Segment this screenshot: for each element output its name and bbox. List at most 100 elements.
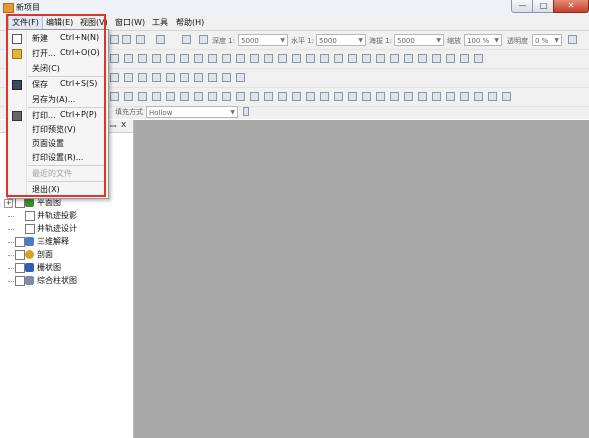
toolbar-icon[interactable] (474, 54, 483, 63)
tree-item-3d-interpretation[interactable]: 三维解释 (0, 236, 133, 248)
toolbar-icon[interactable] (194, 92, 203, 101)
toolbar-icon[interactable] (180, 92, 189, 101)
toolbar-icon[interactable] (152, 73, 161, 82)
toolbar-icon[interactable] (306, 54, 315, 63)
tree-checkbox[interactable] (15, 250, 25, 260)
toolbar-icon[interactable] (166, 73, 175, 82)
toolbar-icon[interactable] (446, 92, 455, 101)
tree-item-composite-column[interactable]: 综合柱状图 (0, 275, 133, 287)
toolbar-icon[interactable] (306, 92, 315, 101)
toolbar-icon[interactable] (152, 92, 161, 101)
minimize-button[interactable]: — (511, 0, 534, 13)
toolbar-icon[interactable] (278, 92, 287, 101)
toolbar-icon[interactable] (138, 73, 147, 82)
toolbar-icon[interactable] (166, 92, 175, 101)
toolbar-icon[interactable] (124, 54, 133, 63)
toolbar-icon[interactable] (390, 92, 399, 101)
fill-mode-combo[interactable]: Hollow ▼ (146, 106, 238, 118)
toolbar-icon[interactable] (404, 92, 413, 101)
toolbar-icon[interactable] (222, 73, 231, 82)
toolbar-icon[interactable] (208, 92, 217, 101)
toolbar-icon[interactable] (432, 92, 441, 101)
tree-checkbox[interactable] (25, 224, 35, 234)
toolbar-icon[interactable] (194, 73, 203, 82)
tree-item-section[interactable]: 剖面 (0, 249, 133, 261)
tree-checkbox[interactable] (25, 211, 35, 221)
help-icon[interactable] (122, 35, 131, 44)
toolbar-icon[interactable] (180, 73, 189, 82)
toolbar-icon[interactable] (236, 73, 245, 82)
menu-tools[interactable]: 工具 (152, 17, 168, 28)
toolbar-icon[interactable] (236, 92, 245, 101)
toolbar-icon[interactable] (264, 92, 273, 101)
toolbar-icon[interactable] (110, 73, 119, 82)
tree-item-well-projection[interactable]: 井轨迹投影 (0, 210, 133, 222)
toolbar-icon[interactable] (208, 73, 217, 82)
toolbar-icon[interactable] (264, 54, 273, 63)
toolbar-icon[interactable] (390, 54, 399, 63)
toolbar-icon[interactable] (488, 92, 497, 101)
menu-window[interactable]: 窗口(W) (115, 17, 145, 28)
toolbar-icon[interactable] (138, 54, 147, 63)
toolbar-icon[interactable] (110, 54, 119, 63)
tree-item-well-design[interactable]: 井轨迹设计 (0, 223, 133, 235)
toolbar-icon[interactable] (110, 35, 119, 44)
elevation-combo[interactable]: 5000 ▼ (394, 34, 444, 46)
toolbar-icon[interactable] (334, 54, 343, 63)
toolbar-icon[interactable] (292, 54, 301, 63)
workspace-area[interactable] (134, 120, 589, 438)
toolbar-icon[interactable] (194, 54, 203, 63)
toolbar-icon[interactable] (348, 54, 357, 63)
toolbar-icon[interactable] (124, 73, 133, 82)
toolbar-icon[interactable] (152, 54, 161, 63)
toolbar-icon[interactable] (404, 54, 413, 63)
tree-checkbox[interactable] (15, 237, 25, 247)
toolbar-icon[interactable] (432, 54, 441, 63)
toolbar-icon[interactable] (110, 92, 119, 101)
panel-close-button[interactable]: x (121, 120, 126, 130)
toolbar-icon[interactable] (208, 54, 217, 63)
toolbar-icon[interactable] (376, 92, 385, 101)
toolbar-icon[interactable] (474, 92, 483, 101)
close-button[interactable]: ✕ (553, 0, 589, 13)
toolbar-icon[interactable] (166, 54, 175, 63)
pin-icon[interactable]: ꟷ (110, 121, 117, 132)
toolbar-icon[interactable] (362, 54, 371, 63)
maximize-button[interactable]: □ (532, 0, 555, 13)
toolbar-icon[interactable] (460, 54, 469, 63)
toolbar-icon[interactable] (418, 54, 427, 63)
toolbar-icon[interactable] (182, 35, 191, 44)
tree-checkbox[interactable] (15, 198, 25, 208)
toolbar-icon[interactable] (138, 92, 147, 101)
toolbar-icon[interactable] (250, 54, 259, 63)
toolbar-grip-icon[interactable] (243, 107, 249, 116)
depth-combo[interactable]: 5000 ▼ (238, 34, 288, 46)
toolbar-icon[interactable] (250, 92, 259, 101)
toolbar-icon[interactable] (222, 92, 231, 101)
redo-icon[interactable] (156, 35, 165, 44)
toolbar-icon[interactable] (418, 92, 427, 101)
toolbar-icon[interactable] (502, 92, 511, 101)
toolbar-icon[interactable] (278, 54, 287, 63)
tree-item-fence-diagram[interactable]: 栅状图 (0, 262, 133, 274)
toolbar-icon[interactable] (124, 92, 133, 101)
toolbar-icon[interactable] (568, 35, 577, 44)
toolbar-icon[interactable] (292, 92, 301, 101)
undo-icon[interactable] (136, 35, 145, 44)
tree-checkbox[interactable] (15, 276, 25, 286)
horizontal-combo[interactable]: 5000 ▼ (316, 34, 366, 46)
toolbar-icon[interactable] (320, 54, 329, 63)
expand-icon[interactable]: + (4, 199, 13, 208)
toolbar-icon[interactable] (180, 54, 189, 63)
toolbar-icon[interactable] (222, 54, 231, 63)
toolbar-icon[interactable] (362, 92, 371, 101)
toolbar-icon[interactable] (236, 54, 245, 63)
toolbar-icon[interactable] (320, 92, 329, 101)
toolbar-icon[interactable] (460, 92, 469, 101)
menu-help[interactable]: 帮助(H) (176, 17, 204, 28)
tree-checkbox[interactable] (15, 263, 25, 273)
toolbar-icon[interactable] (334, 92, 343, 101)
opacity-combo[interactable]: 0 % ▼ (532, 34, 562, 46)
toolbar-icon[interactable] (348, 92, 357, 101)
toolbar-icon[interactable] (376, 54, 385, 63)
